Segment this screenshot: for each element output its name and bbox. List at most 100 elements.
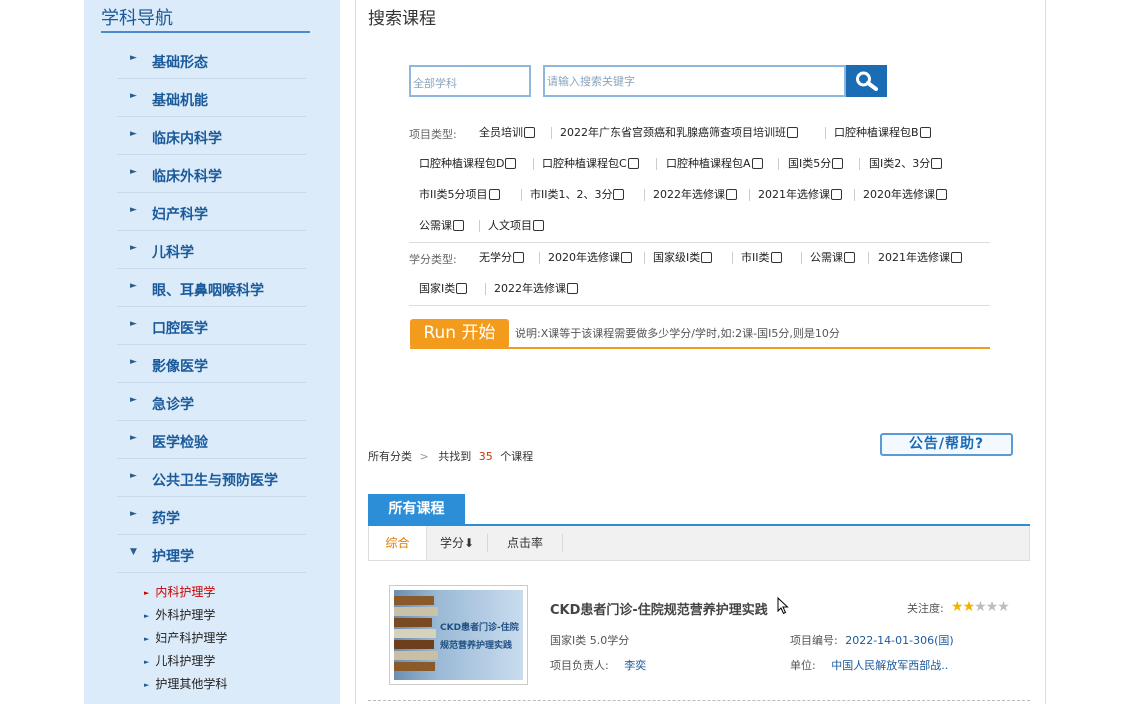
project-type-option[interactable]: 国I类2、3分 — [869, 157, 943, 171]
credit-type-option[interactable]: 市II类 — [741, 251, 782, 265]
sidebar-title: 学科导航 — [101, 8, 173, 29]
sidebar-category-item[interactable]: ► 医学检验 — [117, 421, 306, 459]
course-thumbnail-image: CKD患者门诊-住院 规范营养护理实践 — [394, 590, 523, 680]
sidebar-category-item[interactable]: ► 眼、耳鼻咽喉科学 — [117, 269, 306, 307]
project-type-option[interactable]: 2021年选修课 — [758, 188, 842, 202]
course-title-link[interactable]: CKD患者门诊-住院规范营养护理实践 — [550, 599, 768, 618]
star-icon: ★ — [974, 599, 987, 615]
checkbox[interactable] — [613, 189, 625, 200]
chevron-right-icon: ► — [130, 281, 137, 291]
project-type-option[interactable]: 国I类5分 — [788, 157, 844, 171]
sidebar-subcategory-label: 儿科护理学 — [155, 654, 216, 668]
project-type-option[interactable]: 全员培训 — [479, 126, 535, 140]
sidebar-category-item[interactable]: ► 口腔医学 — [117, 307, 306, 345]
sidebar-subcategory-item[interactable]: ► 妇产科护理学 — [144, 629, 227, 649]
checkbox[interactable] — [567, 283, 578, 294]
sidebar-category-item[interactable]: ► 临床内科学 — [117, 117, 306, 155]
checkbox[interactable] — [513, 252, 524, 263]
project-type-option[interactable]: 市II类5分项目 — [419, 188, 500, 202]
checkbox[interactable] — [936, 189, 947, 200]
checkbox[interactable] — [524, 127, 535, 138]
checkbox[interactable] — [844, 252, 855, 263]
course-thumbnail[interactable]: CKD患者门诊-住院 规范营养护理实践 — [389, 585, 528, 685]
credit-type-option-label: 国家I类 — [419, 282, 456, 295]
checkbox[interactable] — [751, 158, 763, 169]
sort-clicks[interactable]: 点击率 — [488, 526, 562, 560]
credit-type-option[interactable]: 国家级I类 — [653, 251, 713, 265]
sidebar-category-item[interactable]: ▼ 护理学 — [117, 535, 306, 573]
course-unit: 单位: 中国人民解放军西部战.. — [790, 657, 948, 673]
sidebar-category-label: 临床内科学 — [152, 131, 222, 147]
project-type-option[interactable]: 口腔种植课程包A — [666, 157, 763, 171]
search-button[interactable] — [846, 65, 887, 97]
notice-help-button[interactable]: 公告/帮助? — [880, 433, 1013, 456]
chevron-right-icon: ► — [144, 589, 150, 597]
credit-type-option[interactable]: 无学分 — [479, 251, 524, 265]
sidebar-subcategory-item[interactable]: ► 外科护理学 — [144, 606, 215, 626]
credit-type-option[interactable]: 公需课 — [810, 251, 855, 265]
sidebar-category-item[interactable]: ► 儿科学 — [117, 231, 306, 269]
divider — [868, 252, 869, 264]
project-type-option[interactable]: 口腔种植课程包C — [542, 157, 639, 171]
chevron-right-icon: ► — [144, 658, 150, 666]
checkbox[interactable] — [951, 252, 962, 263]
sidebar-subcategory-item[interactable]: ► 内科护理学 — [144, 583, 215, 603]
sidebar-category-item[interactable]: ► 急诊学 — [117, 383, 306, 421]
project-type-option[interactable]: 2022年广东省宫颈癌和乳腺癌筛查项目培训班 — [560, 126, 798, 140]
breadcrumb-all-categories[interactable]: 所有分类 — [368, 450, 412, 463]
sidebar-category-item[interactable]: ► 妇产科学 — [117, 193, 306, 231]
search-input[interactable] — [543, 65, 846, 97]
checkbox[interactable] — [919, 127, 931, 138]
project-type-option[interactable]: 公需课 — [419, 219, 464, 233]
checkbox[interactable] — [787, 127, 798, 138]
project-type-option[interactable]: 口腔种植课程包B — [834, 126, 931, 140]
divider — [644, 189, 645, 201]
checkbox[interactable] — [832, 158, 844, 169]
sidebar-category-item[interactable]: ► 基础形态 — [117, 41, 306, 79]
chevron-right-icon: ► — [144, 612, 150, 620]
project-number-label: 项目编号: — [790, 634, 838, 647]
run-start-button[interactable]: Run 开始 — [410, 319, 509, 348]
credit-type-option[interactable]: 2022年选修课 — [494, 282, 578, 296]
breadcrumb: 所有分类 > 共找到 35 个课程 — [368, 448, 533, 464]
sidebar-category-item[interactable]: ► 药学 — [117, 497, 306, 535]
thumbnail-caption: 规范营养护理实践 — [440, 641, 513, 651]
project-type-option[interactable]: 2022年选修课 — [653, 188, 737, 202]
sort-composite[interactable]: 综合 — [369, 526, 427, 560]
checkbox[interactable] — [533, 220, 544, 231]
project-type-option[interactable]: 口腔种植课程包D — [419, 157, 517, 171]
checkbox[interactable] — [488, 189, 500, 200]
checkbox[interactable] — [453, 220, 464, 231]
credit-type-option-label: 2022年选修课 — [494, 282, 566, 295]
sidebar-category-item[interactable]: ► 影像医学 — [117, 345, 306, 383]
chevron-right-icon: ► — [130, 357, 137, 367]
attention-label: 关注度: — [907, 602, 944, 615]
checkbox[interactable] — [701, 252, 713, 263]
project-type-option[interactable]: 2020年选修课 — [863, 188, 947, 202]
credit-type-option[interactable]: 国家I类 — [419, 282, 468, 296]
checkbox[interactable] — [627, 158, 639, 169]
sidebar-subcategory-item[interactable]: ► 儿科护理学 — [144, 652, 215, 672]
sidebar-category-item[interactable]: ► 公共卫生与预防医学 — [117, 459, 306, 497]
project-type-option[interactable]: 市II类1、2、3分 — [530, 188, 625, 202]
sidebar-category-item[interactable]: ► 基础机能 — [117, 79, 306, 117]
checkbox[interactable] — [831, 189, 842, 200]
checkbox[interactable] — [505, 158, 517, 169]
sidebar-category-item[interactable]: ► 临床外科学 — [117, 155, 306, 193]
credit-type-option[interactable]: 2020年选修课 — [548, 251, 632, 265]
tab-all-courses[interactable]: 所有课程 — [368, 494, 465, 524]
chevron-right-icon: > — [419, 450, 429, 463]
checkbox[interactable] — [726, 189, 737, 200]
subject-select[interactable]: 全部学科 — [409, 65, 531, 97]
thumbnail-caption: CKD患者门诊-住院 — [440, 623, 519, 633]
checkbox[interactable] — [456, 283, 468, 294]
project-type-option-label: 人文项目 — [488, 219, 532, 232]
run-note: 说明:X课等于该课程需要做多少学分/学时,如:2课-国I5分,则是10分 — [515, 327, 840, 340]
sidebar-subcategory-item[interactable]: ► 护理其他学科 — [144, 675, 227, 695]
credit-type-option[interactable]: 2021年选修课 — [878, 251, 962, 265]
checkbox[interactable] — [931, 158, 943, 169]
sort-credit[interactable]: 学分⬇ — [427, 526, 487, 560]
project-type-option[interactable]: 人文项目 — [488, 219, 544, 233]
checkbox[interactable] — [770, 252, 782, 263]
checkbox[interactable] — [621, 252, 632, 263]
